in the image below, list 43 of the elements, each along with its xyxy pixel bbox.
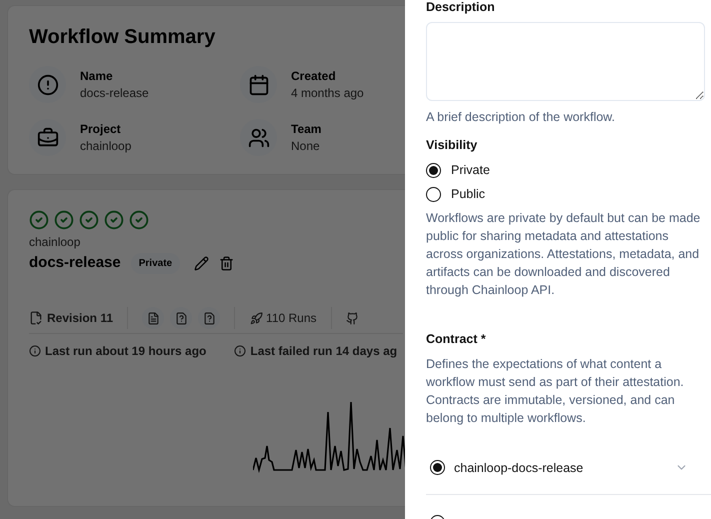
last-failed-run-text: Last failed run 14 days ag — [250, 342, 398, 360]
edit-icon[interactable] — [194, 256, 210, 271]
card-title: Workflow Summary — [29, 25, 216, 50]
info-icon — [29, 344, 41, 356]
radio-button[interactable] — [430, 460, 445, 475]
field-value: docs-release — [80, 84, 149, 102]
contract-option[interactable]: chainloop-docs-release — [426, 441, 711, 495]
radio-button[interactable] — [426, 186, 441, 202]
visibility-badge: Private — [130, 252, 180, 274]
project-name: chainloop — [29, 234, 82, 250]
field-label: Created — [291, 68, 337, 84]
field-label: Name — [80, 68, 114, 84]
contract-name: chainloop-docs-release — [454, 460, 584, 476]
trash-icon[interactable] — [219, 256, 234, 271]
field-label: Team — [291, 120, 322, 138]
file-question-icon[interactable] — [170, 307, 192, 329]
radio-label[interactable]: Public — [451, 185, 486, 203]
users-icon — [240, 119, 277, 156]
field-value: 4 months ago — [291, 84, 364, 102]
workflow-name: docs-release — [29, 253, 121, 273]
radio-button[interactable] — [426, 162, 441, 178]
rocket-icon — [250, 312, 264, 324]
field-value: None — [291, 138, 321, 154]
description-field[interactable] — [426, 22, 705, 101]
description-label: Description — [426, 0, 496, 16]
field-value: chainloop — [80, 138, 132, 154]
revision-label: Revision 11 — [47, 310, 114, 327]
visibility-help-text: Workflows are private by default but can be made public for sharing metadata and attestations across organizations. Attestations, metadata, and artifacts can be downloaded and discovered through Chainloop API. — [426, 210, 702, 299]
last-run-text: Last run about 19 hours ago — [45, 342, 206, 360]
radio-label[interactable]: Private — [451, 161, 490, 179]
contract-label: Contract * — [426, 331, 487, 348]
visibility-label: Visibility — [426, 137, 478, 154]
file-check-icon — [29, 311, 43, 325]
field-label: Project — [80, 120, 122, 138]
contract-help-text: Defines the expectations of what content a workflow must send as part of their attestation. Contracts are immutable, versioned, and can belong to multiple workflows. — [426, 356, 685, 427]
file-text-icon[interactable] — [142, 307, 164, 329]
briefcase-icon — [29, 119, 66, 156]
github-icon[interactable] — [346, 312, 359, 324]
description-hint: A brief description of the workflow. — [426, 109, 616, 126]
info-icon — [234, 344, 246, 356]
calendar-icon — [240, 66, 277, 103]
runs-count: 110 Runs — [266, 310, 317, 327]
file-question-icon[interactable] — [198, 307, 220, 329]
